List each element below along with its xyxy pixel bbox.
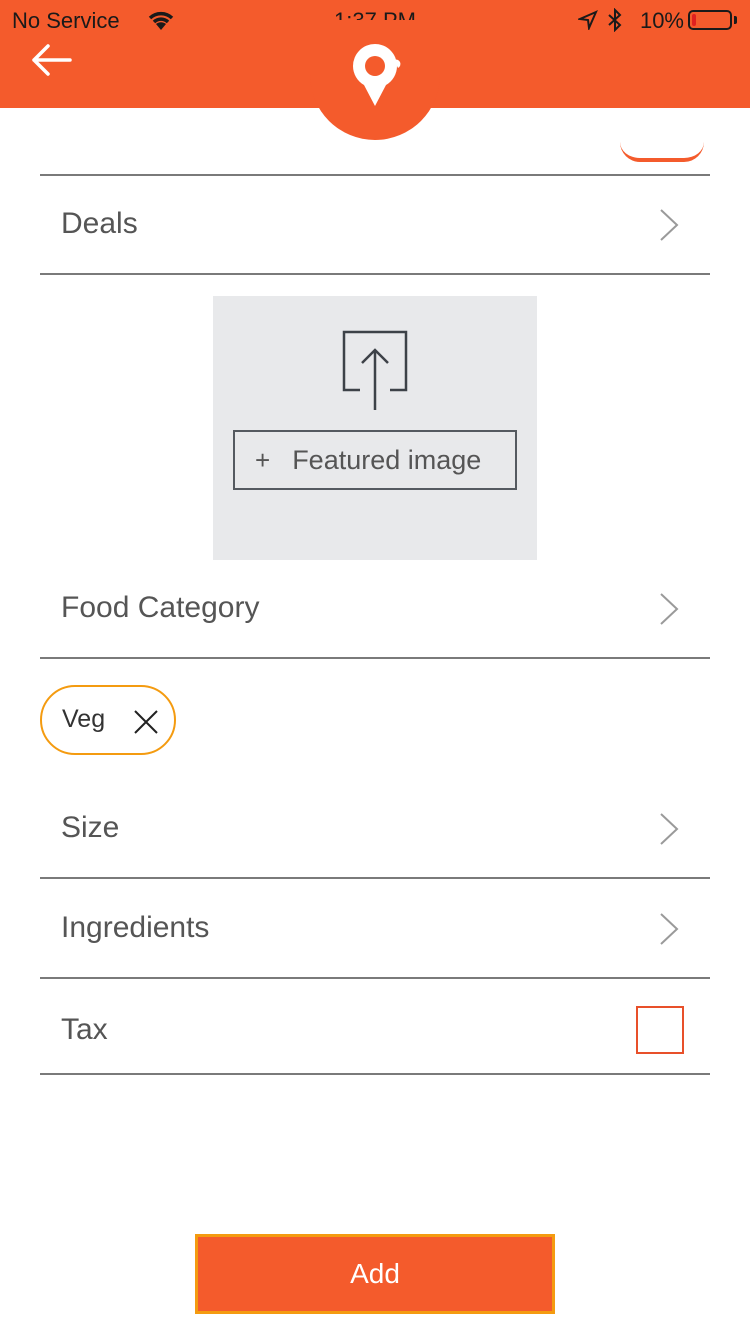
size-row[interactable] — [40, 780, 710, 878]
food-category-label: Food Category — [61, 591, 260, 624]
chip-label: Veg — [62, 705, 106, 733]
add-button[interactable]: Add — [195, 1234, 555, 1314]
size-label: Size — [61, 811, 120, 844]
chevron-right-icon — [660, 209, 679, 241]
upload-icon — [342, 330, 408, 410]
tax-label: Tax — [61, 1013, 108, 1046]
location-arrow-icon — [578, 10, 598, 30]
divider — [40, 657, 710, 659]
chevron-right-icon — [660, 813, 679, 845]
add-featured-image-button[interactable]: + Featured image — [233, 430, 517, 490]
plus-icon: + — [255, 444, 271, 475]
arrow-left-icon — [32, 44, 72, 76]
veg-chip: Veg — [40, 685, 176, 755]
battery-tip — [734, 16, 737, 24]
bluetooth-icon — [608, 8, 622, 32]
deals-label: Deals — [61, 207, 138, 240]
divider — [40, 1073, 710, 1075]
chevron-right-icon — [660, 913, 679, 945]
divider — [40, 977, 710, 979]
battery-level — [692, 14, 696, 26]
battery-icon — [688, 10, 732, 30]
toggle-switch-edge[interactable] — [620, 136, 704, 162]
featured-image-label: Featured image — [292, 444, 482, 475]
deals-row[interactable] — [40, 176, 710, 272]
ingredients-label: Ingredients — [61, 911, 210, 944]
pin-logo-icon — [353, 44, 401, 106]
close-icon[interactable] — [132, 708, 160, 736]
chevron-right-icon — [660, 593, 679, 625]
battery-percent: 10% — [639, 8, 684, 33]
back-button[interactable] — [28, 42, 74, 78]
divider — [40, 273, 710, 275]
tax-checkbox[interactable] — [636, 1006, 684, 1054]
